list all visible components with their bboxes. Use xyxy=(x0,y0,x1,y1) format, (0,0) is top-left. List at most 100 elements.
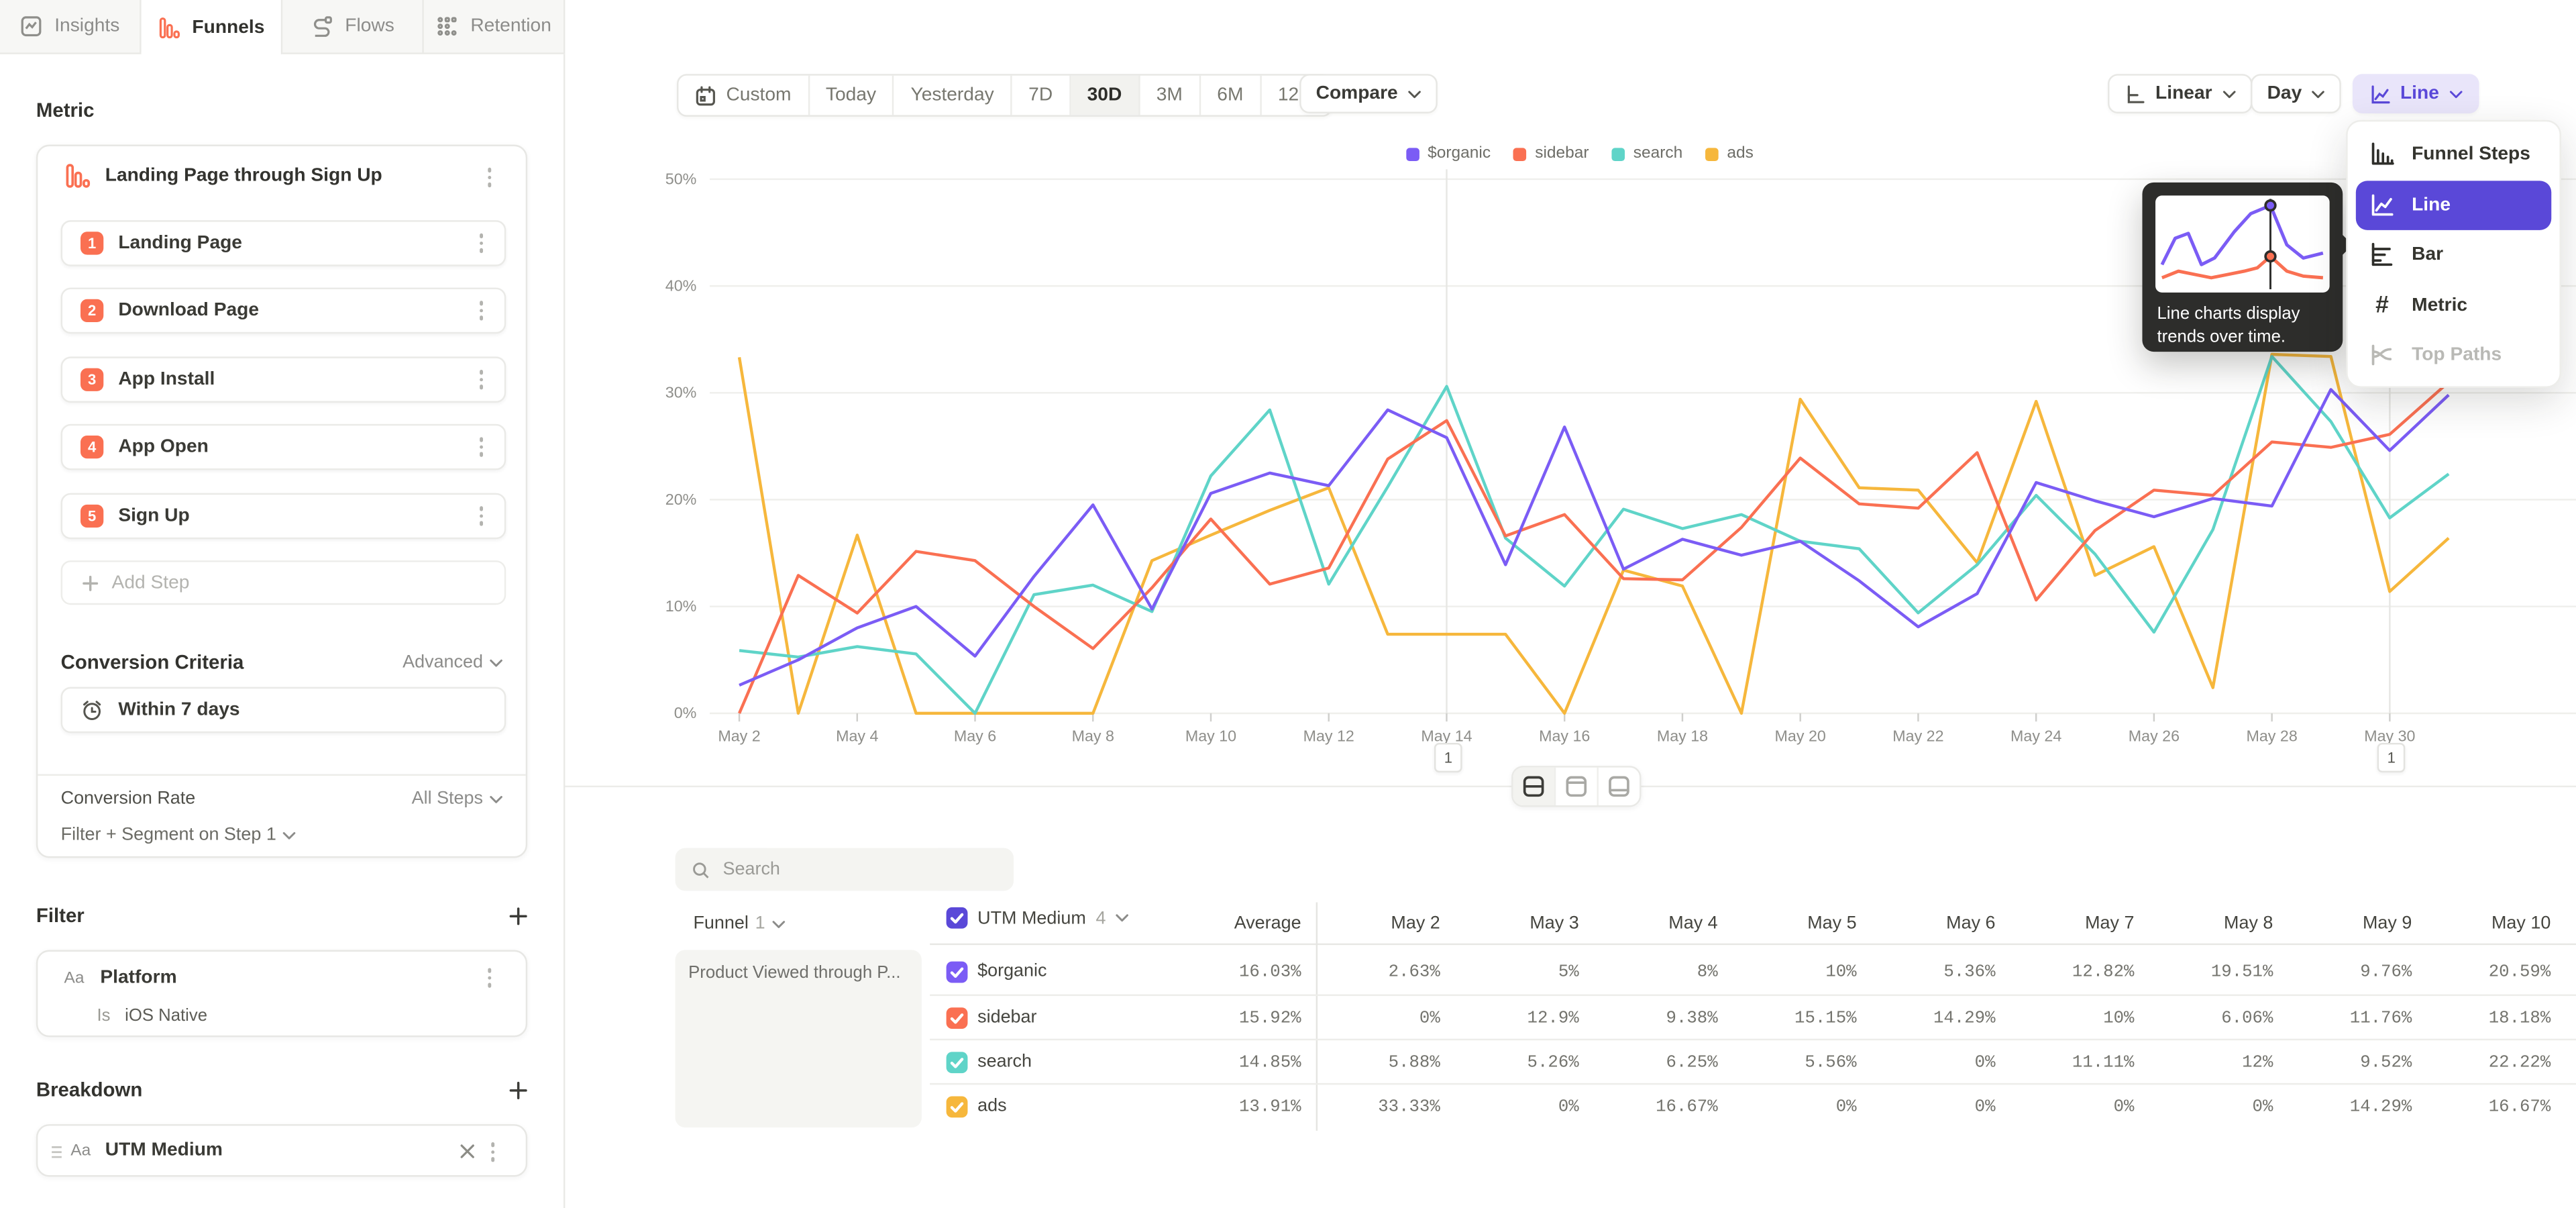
cell-value: 9.38% xyxy=(1666,1009,1717,1029)
breakdown-kebab-icon[interactable] xyxy=(484,1141,500,1164)
series-checkbox[interactable] xyxy=(947,1097,968,1118)
table-row-ads[interactable]: ads13.91%33.33%0%16.67%0%0%0%0%14.29%16.… xyxy=(930,1084,2576,1130)
menu-item-label: Line xyxy=(2412,195,2451,215)
series-checkbox[interactable] xyxy=(947,1052,968,1074)
add-step-button[interactable]: Add Step xyxy=(61,560,506,605)
column-header-date[interactable]: May 9 xyxy=(2363,914,2412,934)
filter-segment-dropdown[interactable]: Filter + Segment on Step 1 xyxy=(61,825,297,844)
series-name: sidebar xyxy=(977,1007,1036,1027)
table-row-sidebar[interactable]: sidebar15.92%0%12.9%9.38%15.15%14.29%10%… xyxy=(930,995,2576,1041)
table-search-input[interactable]: Search xyxy=(676,848,1014,891)
column-header-date[interactable]: May 2 xyxy=(1391,914,1440,934)
step-kebab-icon[interactable] xyxy=(473,436,489,458)
tab-retention[interactable]: Retention xyxy=(424,0,566,52)
axis-label: May 24 xyxy=(2010,727,2061,744)
funnel-count: 1 xyxy=(755,914,765,934)
range-30d[interactable]: 30D xyxy=(1071,76,1140,115)
menu-item-line[interactable]: Line xyxy=(2356,180,2551,230)
series-line-sidebar[interactable] xyxy=(739,382,2449,713)
layout-table-button[interactable] xyxy=(1599,768,1640,805)
series-line-ads[interactable] xyxy=(739,354,2449,713)
filter-card[interactable]: Aa Platform Is iOS Native xyxy=(36,950,527,1038)
breakdown-card[interactable]: Aa UTM Medium xyxy=(36,1124,527,1176)
column-header-date[interactable]: May 7 xyxy=(2085,914,2134,934)
filter-operator[interactable]: Is xyxy=(97,1006,110,1025)
column-header-date[interactable]: May 8 xyxy=(2224,914,2273,934)
range-7d[interactable]: 7D xyxy=(1012,76,1071,115)
step-kebab-icon[interactable] xyxy=(473,299,489,322)
add-breakdown-button[interactable] xyxy=(509,1080,527,1099)
tab-funnels[interactable]: Funnels xyxy=(142,0,283,56)
cell-value: 14.29% xyxy=(1933,1009,1996,1029)
annotation-chip[interactable]: 1 xyxy=(2377,743,2406,772)
filter-value[interactable]: iOS Native xyxy=(125,1006,207,1025)
column-header-date[interactable]: May 6 xyxy=(1946,914,1995,934)
funnel-step-4[interactable]: 4 App Open xyxy=(61,424,506,470)
series-checkbox[interactable] xyxy=(947,962,968,983)
conversion-rate-label: Conversion Rate xyxy=(61,789,196,809)
metric-kebab-icon[interactable] xyxy=(482,166,498,189)
conversion-window-button[interactable]: Within 7 days xyxy=(61,687,506,734)
series-line-search[interactable] xyxy=(739,356,2449,713)
funnel-group-cell[interactable]: Product Viewed through P... xyxy=(676,950,922,1127)
tab-flows[interactable]: Flows xyxy=(282,0,424,52)
interval-dropdown[interactable]: Day xyxy=(2251,74,2341,113)
funnel-step-1[interactable]: 1 Landing Page xyxy=(61,220,506,266)
top-paths-icon xyxy=(2369,342,2395,368)
funnel-step-2[interactable]: 2 Download Page xyxy=(61,288,506,334)
filter-kebab-icon[interactable] xyxy=(482,966,498,989)
remove-breakdown-icon[interactable] xyxy=(460,1144,475,1158)
scale-dropdown[interactable]: Linear xyxy=(2108,74,2251,113)
step-kebab-icon[interactable] xyxy=(473,232,489,254)
cell-value: 16.67% xyxy=(2489,1099,2551,1118)
filter-heading: Filter xyxy=(36,904,85,927)
funnel-group-label: Product Viewed through P... xyxy=(688,963,900,983)
column-header-date[interactable]: May 4 xyxy=(1668,914,1717,934)
annotation-chip[interactable]: 1 xyxy=(1434,743,1462,772)
funnel-column-dropdown[interactable]: Funnel 1 xyxy=(693,914,785,934)
select-all-checkbox[interactable] xyxy=(947,907,968,929)
funnel-step-5[interactable]: 5 Sign Up xyxy=(61,493,506,540)
series-name: $organic xyxy=(977,962,1046,981)
step-kebab-icon[interactable] xyxy=(473,368,489,391)
axis-label: 20% xyxy=(665,491,697,508)
drag-handle-icon[interactable] xyxy=(51,1146,62,1159)
range-today[interactable]: Today xyxy=(809,76,894,115)
menu-item-bar[interactable]: Bar xyxy=(2356,230,2551,281)
table-row-search[interactable]: search14.85%5.88%5.26%6.25%5.56%0%11.11%… xyxy=(930,1039,2576,1085)
step-number-badge: 4 xyxy=(80,436,103,458)
range-yesterday[interactable]: Yesterday xyxy=(894,76,1012,115)
range-3m[interactable]: 3M xyxy=(1140,76,1201,115)
menu-item-funnel-steps[interactable]: Funnel Steps xyxy=(2356,130,2551,180)
range-label: 6M xyxy=(1217,85,1243,105)
all-steps-label: All Steps xyxy=(412,789,483,809)
chevron-down-icon xyxy=(771,919,785,927)
step-kebab-icon[interactable] xyxy=(473,505,489,527)
tab-insights[interactable]: Insights xyxy=(0,0,142,52)
range-custom[interactable]: Custom xyxy=(678,76,809,115)
series-checkbox[interactable] xyxy=(947,1007,968,1029)
column-header-date[interactable]: May 5 xyxy=(1807,914,1856,934)
range-label: Yesterday xyxy=(911,85,994,105)
breakdown-column-dropdown[interactable]: UTM Medium 4 xyxy=(947,907,1129,929)
all-steps-dropdown[interactable]: All Steps xyxy=(412,789,503,809)
column-header-date[interactable]: May 3 xyxy=(1529,914,1578,934)
funnel-column-label: Funnel xyxy=(693,914,748,934)
cell-value: 9.52% xyxy=(2360,1054,2412,1073)
add-step-label: Add Step xyxy=(112,572,190,592)
column-header-average[interactable]: Average xyxy=(1234,914,1301,934)
table-row-organic[interactable]: $organic16.03%2.63%5%8%10%5.36%12.82%19.… xyxy=(930,950,2576,995)
funnel-step-3[interactable]: 3 App Install xyxy=(61,356,506,403)
layout-chart-button[interactable] xyxy=(1556,768,1599,805)
range-6m[interactable]: 6M xyxy=(1201,76,1262,115)
advanced-dropdown[interactable]: Advanced xyxy=(402,652,502,672)
layout-split-button[interactable] xyxy=(1513,768,1556,805)
bar-chart-icon xyxy=(2369,242,2395,268)
breakdown-property-label: UTM Medium xyxy=(105,1141,223,1160)
chart-type-dropdown[interactable]: Line xyxy=(2353,74,2479,113)
column-header-date[interactable]: May 10 xyxy=(2491,914,2551,934)
compare-button[interactable]: Compare xyxy=(1299,74,1437,113)
cell-value: 0% xyxy=(2114,1099,2135,1118)
add-filter-button[interactable] xyxy=(509,907,527,925)
menu-item-metric[interactable]: # Metric xyxy=(2356,281,2551,331)
